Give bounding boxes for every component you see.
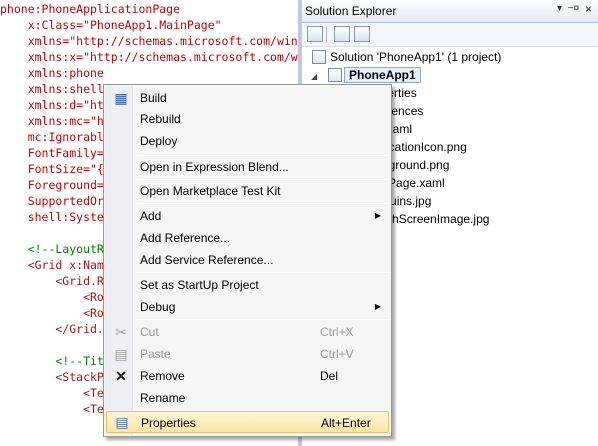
properties-toolbar-icon[interactable] bbox=[334, 26, 350, 42]
code-line: xmlns:x="http://schemas.microsoft.com/w bbox=[0, 50, 298, 64]
menu-item-rename[interactable]: Rename bbox=[106, 387, 389, 409]
toolbar-divider bbox=[326, 27, 327, 42]
code-line: xmlns:d="ht bbox=[0, 98, 104, 112]
menu-item-shortcut: Del bbox=[320, 369, 339, 383]
menu-item-remove[interactable]: ✕ Remove Del bbox=[106, 365, 389, 387]
code-line: Foreground=" bbox=[0, 178, 111, 192]
project-icon bbox=[328, 68, 342, 82]
menu-item-label: Paste bbox=[140, 347, 171, 361]
menu-item-add-service-reference[interactable]: Add Service Reference... bbox=[106, 249, 389, 271]
menu-item-label: Set as StartUp Project bbox=[140, 278, 259, 292]
code-line: <!--LayoutRo bbox=[0, 242, 111, 256]
code-line: <Grid x:Name bbox=[0, 258, 111, 272]
menu-separator bbox=[137, 319, 389, 320]
menu-item-debug[interactable]: Debug ▶ bbox=[106, 296, 389, 318]
menu-item-add-reference[interactable]: Add Reference... bbox=[106, 227, 389, 249]
paste-icon: ▤ bbox=[114, 346, 128, 362]
submenu-arrow-icon: ▶ bbox=[374, 211, 381, 220]
collapse-arrow-icon[interactable]: ◢ bbox=[311, 72, 317, 81]
refresh-icon[interactable] bbox=[354, 26, 370, 42]
panel-title: Solution Explorer bbox=[305, 4, 397, 18]
menu-item-set-as-startup-project[interactable]: Set as StartUp Project bbox=[106, 274, 389, 296]
menu-item-label: Debug bbox=[140, 300, 176, 314]
project-label: PhoneApp1 bbox=[344, 67, 421, 83]
menu-item-cut[interactable]: ✂ Cut Ctrl+X bbox=[106, 321, 389, 343]
code-line: mc:Ignorable bbox=[0, 130, 111, 144]
code-line: <Grid.Ro bbox=[0, 274, 111, 288]
menu-item-paste[interactable]: ▤ Paste Ctrl+V bbox=[106, 343, 389, 365]
menu-item-label: Add bbox=[140, 209, 162, 223]
code-line: phone:PhoneApplicationPage bbox=[0, 2, 181, 16]
menu-item-label: Cut bbox=[140, 325, 159, 339]
solution-icon bbox=[312, 50, 326, 64]
menu-item-open-in-expression-blend[interactable]: Open in Expression Blend... bbox=[106, 156, 389, 178]
code-line: FontSize="{S bbox=[0, 162, 111, 176]
code-line: <StackPa bbox=[0, 370, 111, 384]
pin-icon[interactable]: −¤ bbox=[567, 3, 580, 14]
code-line: <Row bbox=[0, 290, 111, 304]
scissors-icon: ✂ bbox=[115, 324, 127, 340]
solution-explorer-titlebar: Solution Explorer ▾ −¤ × bbox=[302, 0, 598, 23]
code-line: x:Class="PhoneApp1.MainPage" bbox=[0, 18, 222, 32]
menu-item-shortcut: Ctrl+X bbox=[320, 325, 354, 339]
solution-explorer-toolbar bbox=[302, 23, 598, 47]
menu-item-properties[interactable]: ▤ Properties Alt+Enter bbox=[106, 411, 389, 433]
menu-item-label: Remove bbox=[140, 369, 185, 383]
code-line: xmlns:phone bbox=[0, 66, 104, 80]
menu-item-label: Deploy bbox=[140, 134, 178, 148]
code-line: xmlns:mc="ht bbox=[0, 114, 111, 128]
menu-item-label: Add Service Reference... bbox=[140, 253, 274, 267]
code-line: <Tex bbox=[0, 386, 111, 400]
close-icon[interactable]: × bbox=[582, 2, 595, 16]
solution-node[interactable]: Solution 'PhoneApp1' (1 project) bbox=[312, 48, 501, 66]
window-position-dropdown-icon[interactable]: ▾ bbox=[553, 3, 566, 14]
menu-item-label: Build bbox=[140, 91, 167, 105]
menu-item-shortcut: Alt+Enter bbox=[321, 416, 371, 430]
menu-item-label: Rebuild bbox=[140, 112, 181, 126]
properties-icon: ▤ bbox=[115, 414, 129, 430]
code-line: SupportedOri bbox=[0, 194, 111, 208]
code-line: FontFamily=" bbox=[0, 146, 111, 160]
menu-item-add[interactable]: Add ▶ bbox=[106, 205, 389, 227]
code-line: <Row bbox=[0, 306, 111, 320]
code-line: shell:System bbox=[0, 210, 111, 224]
menu-item-label: Rename bbox=[140, 391, 186, 405]
remove-icon: ✕ bbox=[115, 368, 127, 384]
menu-separator bbox=[137, 203, 389, 204]
build-icon: ▦ bbox=[114, 90, 128, 106]
code-line: xmlns:shell bbox=[0, 82, 104, 96]
submenu-arrow-icon: ▶ bbox=[374, 302, 381, 311]
solution-label: Solution 'PhoneApp1' (1 project) bbox=[330, 50, 502, 64]
code-line: </Grid.R bbox=[0, 322, 111, 336]
code-line: <!--Titl bbox=[0, 354, 111, 368]
menu-item-shortcut: Ctrl+V bbox=[320, 347, 354, 361]
code-line: xmlns="http://schemas.microsoft.com/win bbox=[0, 34, 298, 48]
show-all-files-icon[interactable] bbox=[307, 26, 323, 42]
menu-item-label: Add Reference... bbox=[140, 231, 231, 245]
menu-item-build[interactable]: ▦ Build bbox=[106, 87, 389, 109]
menu-item-open-marketplace-test-kit[interactable]: Open Marketplace Test Kit bbox=[106, 180, 389, 202]
menu-item-label: Properties bbox=[141, 416, 196, 430]
menu-item-rebuild[interactable]: Rebuild bbox=[106, 108, 389, 130]
project-node[interactable]: PhoneApp1 bbox=[328, 66, 421, 84]
menu-separator bbox=[137, 409, 389, 410]
menu-item-label: Open in Expression Blend... bbox=[140, 160, 289, 174]
menu-item-label: Open Marketplace Test Kit bbox=[140, 184, 281, 198]
menu-item-deploy[interactable]: Deploy bbox=[106, 130, 389, 152]
menu-separator bbox=[137, 272, 389, 273]
project-context-menu: ▦ Build Rebuild Deploy Open in Expressio… bbox=[103, 84, 392, 437]
